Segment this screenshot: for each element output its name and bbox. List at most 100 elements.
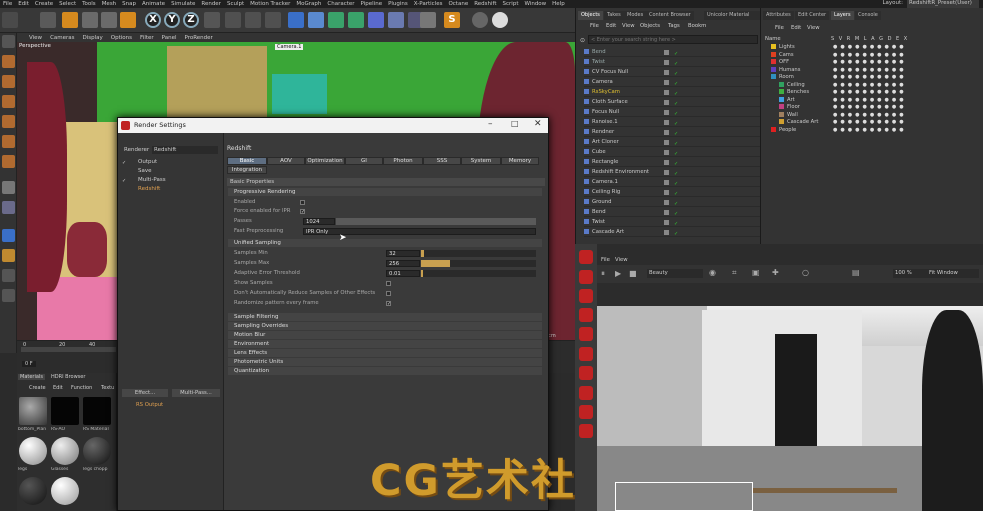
unified-sampling-section[interactable]: Unified Sampling: [228, 239, 542, 247]
visibility-dot-icon[interactable]: [664, 220, 669, 225]
layer-color-swatch[interactable]: [771, 44, 776, 49]
adaptive-error-slider[interactable]: [421, 270, 536, 277]
viewport-menu-display[interactable]: Display: [83, 35, 103, 41]
layer-flags-icon[interactable]: ●●●●●●●●●●: [833, 97, 907, 104]
layer-color-swatch[interactable]: [779, 89, 784, 94]
cloner-icon[interactable]: [348, 12, 364, 28]
motion-blur-section[interactable]: Motion Blur: [228, 331, 542, 339]
samples-max-slider[interactable]: [421, 260, 536, 267]
object-row[interactable]: Ceiling Rig ✓: [584, 188, 760, 197]
lock-icon[interactable]: ◉: [709, 268, 716, 277]
aov-select[interactable]: Beauty: [647, 269, 703, 278]
tree-item-redshift[interactable]: Redshift: [138, 186, 160, 192]
rv-menu-view[interactable]: View: [615, 257, 628, 263]
layer-row[interactable]: Benches ●●●●●●●●●●: [767, 89, 977, 96]
layer-flags-icon[interactable]: ●●●●●●●●●●: [833, 74, 907, 81]
menu-item-create[interactable]: Create: [35, 1, 53, 7]
layer-color-swatch[interactable]: [779, 111, 784, 117]
visibility-dot-icon[interactable]: [664, 190, 669, 195]
minimize-icon[interactable]: –: [488, 119, 493, 129]
object-row[interactable]: Rsnoise.1 ✓: [584, 118, 760, 127]
rs-aov-icon[interactable]: [579, 405, 593, 419]
visibility-dot-icon[interactable]: [664, 200, 669, 205]
check-icon[interactable]: ✓: [122, 178, 126, 184]
tab-attributes[interactable]: Attributes: [763, 11, 794, 20]
material-swatch[interactable]: [19, 437, 47, 465]
pause-icon[interactable]: ⏸: [601, 269, 605, 279]
enabled-check-icon[interactable]: ✓: [674, 230, 678, 239]
viewport-menu-prorender[interactable]: ProRender: [185, 35, 213, 41]
tab-console[interactable]: Console: [855, 11, 881, 20]
layer-color-swatch[interactable]: [771, 126, 776, 132]
obj-menu-edit[interactable]: Edit: [606, 23, 616, 29]
rotate-tool-icon[interactable]: [101, 12, 117, 28]
sample-filtering-section[interactable]: Sample Filtering: [228, 313, 542, 321]
object-row[interactable]: Twist ✓: [584, 218, 760, 227]
visibility-dot-icon[interactable]: [664, 60, 669, 65]
rs-render-view-icon[interactable]: [579, 424, 593, 438]
light-icon[interactable]: [420, 12, 436, 28]
menu-item-render[interactable]: Render: [201, 1, 221, 7]
menu-item-octane[interactable]: Octane: [448, 1, 468, 7]
rs-sun-icon[interactable]: [579, 308, 593, 322]
tab-integration[interactable]: Integration: [227, 166, 267, 174]
multipass-button[interactable]: Multi-Pass...: [172, 389, 220, 397]
object-row[interactable]: Twist ✓: [584, 58, 760, 67]
tab-optimization[interactable]: Optimization: [305, 157, 345, 165]
octane-icon[interactable]: [472, 12, 488, 28]
samples-min-field[interactable]: 32: [386, 250, 420, 257]
visibility-dot-icon[interactable]: [664, 90, 669, 95]
layer-row[interactable]: OFF ●●●●●●●●●●: [767, 59, 977, 66]
visibility-dot-icon[interactable]: [664, 110, 669, 115]
rs-proxy-icon[interactable]: [579, 347, 593, 361]
menu-item-sculpt[interactable]: Sculpt: [227, 1, 244, 7]
play-icon[interactable]: ▶: [615, 269, 621, 278]
object-row[interactable]: Rendner ✓: [584, 128, 760, 137]
object-row[interactable]: RsSkyCam ✓: [584, 88, 760, 97]
effect-button[interactable]: Effect...: [122, 389, 168, 397]
layout-select[interactable]: RedshiftR_Preset(User): [907, 0, 979, 8]
tab-unicolor-material[interactable]: Unicolor Material: [704, 11, 760, 20]
layer-color-swatch[interactable]: [771, 66, 776, 72]
z-axis-button[interactable]: Z: [183, 12, 199, 28]
visibility-dot-icon[interactable]: [664, 150, 669, 155]
tab-aov[interactable]: AOV: [267, 157, 305, 165]
adaptive-error-field[interactable]: 0.01: [386, 270, 420, 277]
layer-row[interactable]: Art ●●●●●●●●●●: [767, 96, 977, 104]
material-swatch[interactable]: [51, 477, 79, 505]
x-axis-button[interactable]: X: [145, 12, 161, 28]
select-tool-icon[interactable]: [40, 12, 56, 28]
points-mode-icon[interactable]: [2, 115, 15, 128]
visibility-dot-icon[interactable]: [664, 230, 669, 235]
menu-item-window[interactable]: Window: [524, 1, 546, 7]
obj-menu-objects[interactable]: Objects: [640, 23, 660, 29]
layer-flags-icon[interactable]: ●●●●●●●●●●: [833, 112, 907, 119]
samples-min-slider[interactable]: [421, 250, 536, 257]
passes-slider[interactable]: [336, 218, 536, 225]
menu-item-simulate[interactable]: Simulate: [171, 1, 195, 7]
lens-effects-section[interactable]: Lens Effects: [228, 349, 542, 357]
deformer-icon[interactable]: [368, 12, 384, 28]
lock-workplane-icon[interactable]: [2, 249, 15, 262]
object-row[interactable]: Focus Null ✓: [584, 108, 760, 117]
tab-basic[interactable]: Basic: [227, 157, 267, 165]
layer-flags-icon[interactable]: ●●●●●●●●●●: [833, 44, 907, 51]
axis-mode-icon[interactable]: [2, 181, 15, 194]
y-axis-button[interactable]: Y: [164, 12, 180, 28]
object-row[interactable]: Cascade Art ✓: [584, 228, 760, 237]
visibility-dot-icon[interactable]: [664, 210, 669, 215]
layer-menu-edit[interactable]: Edit: [791, 25, 801, 31]
rs-camera-icon[interactable]: [579, 289, 593, 303]
edges-mode-icon[interactable]: [2, 135, 15, 148]
layer-row[interactable]: People ●●●●●●●●●●: [767, 126, 977, 134]
viewport-menu-cameras[interactable]: Cameras: [50, 35, 74, 41]
render-preview-image[interactable]: [597, 306, 983, 511]
tab-photon[interactable]: Photon: [383, 157, 423, 165]
model-mode-icon[interactable]: [2, 55, 15, 68]
menu-item-motion-tracker[interactable]: Motion Tracker: [250, 1, 290, 7]
obj-menu-view[interactable]: View: [622, 23, 635, 29]
viewport-menu-filter[interactable]: Filter: [140, 35, 154, 41]
polygons-mode-icon[interactable]: [2, 155, 15, 168]
zoom-field[interactable]: 100 %: [893, 269, 927, 278]
object-row[interactable]: Rectangle ✓: [584, 158, 760, 167]
